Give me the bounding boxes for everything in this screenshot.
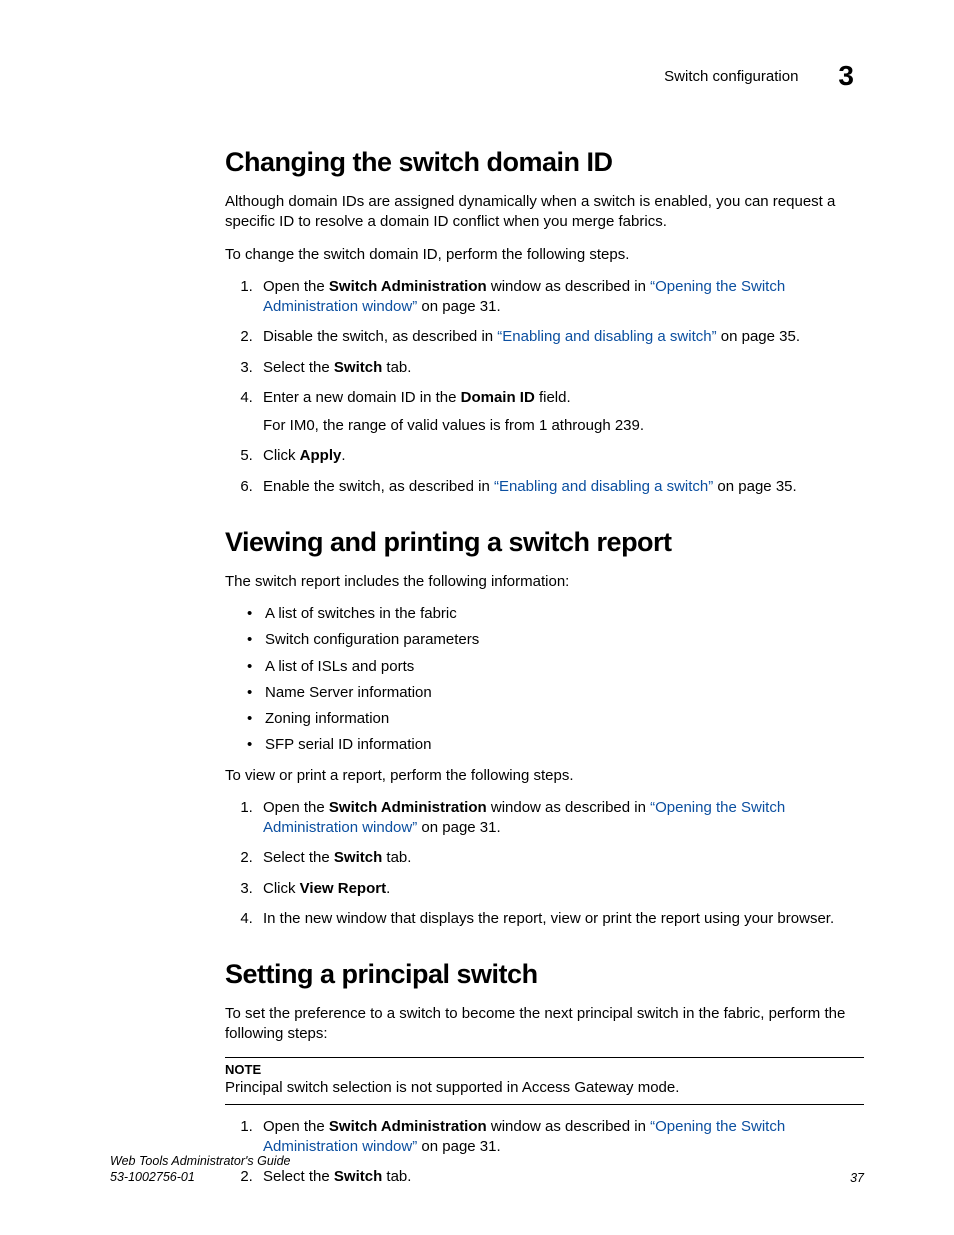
- list-item: In the new window that displays the repo…: [257, 909, 864, 929]
- xref-link[interactable]: “Enabling and disabling a switch”: [494, 478, 713, 495]
- bullet-list: A list of switches in the fabric Switch …: [225, 604, 864, 756]
- bold-text: Switch Administration: [329, 1118, 487, 1135]
- heading-changing-domain-id: Changing the switch domain ID: [225, 147, 864, 178]
- bold-text: Switch: [334, 849, 382, 866]
- bold-text: Switch Administration: [329, 278, 487, 295]
- paragraph: Although domain IDs are assigned dynamic…: [225, 192, 864, 233]
- page-header: Switch configuration 3: [110, 60, 864, 92]
- list-item: Click Apply.: [257, 446, 864, 466]
- note-title: NOTE: [225, 1062, 864, 1077]
- note-text: Principal switch selection is not suppor…: [225, 1078, 864, 1098]
- heading-viewing-printing-report: Viewing and printing a switch report: [225, 527, 864, 558]
- page-footer: Web Tools Administrator's Guide 53-10027…: [110, 1153, 864, 1186]
- list-item: A list of switches in the fabric: [265, 604, 864, 624]
- footer-page-number: 37: [850, 1171, 864, 1185]
- paragraph: To view or print a report, perform the f…: [225, 766, 864, 786]
- list-item: Click View Report.: [257, 879, 864, 899]
- bold-text: Apply: [300, 447, 342, 464]
- list-item: Open the Switch Administration window as…: [257, 277, 864, 318]
- note-block: NOTE Principal switch selection is not s…: [225, 1057, 864, 1105]
- list-item: Select the Switch tab.: [257, 358, 864, 378]
- ordered-list: Open the Switch Administration window as…: [225, 798, 864, 929]
- ordered-list: Open the Switch Administration window as…: [225, 277, 864, 497]
- xref-link[interactable]: “Enabling and disabling a switch”: [497, 328, 716, 345]
- list-item: Open the Switch Administration window as…: [257, 1117, 864, 1158]
- bold-text: Switch Administration: [329, 799, 487, 816]
- footer-guide-title: Web Tools Administrator's Guide: [110, 1153, 290, 1169]
- list-item: Open the Switch Administration window as…: [257, 798, 864, 839]
- list-item: Enter a new domain ID in the Domain ID f…: [257, 388, 864, 437]
- list-item: Disable the switch, as described in “Ena…: [257, 327, 864, 347]
- list-item: Name Server information: [265, 683, 864, 703]
- list-item: Enable the switch, as described in “Enab…: [257, 477, 864, 497]
- header-section-title: Switch configuration: [664, 68, 798, 85]
- sub-paragraph: For IM0, the range of valid values is fr…: [263, 416, 864, 436]
- list-item: A list of ISLs and ports: [265, 657, 864, 677]
- bold-text: Domain ID: [461, 389, 535, 406]
- list-item: Switch configuration parameters: [265, 630, 864, 650]
- heading-setting-principal-switch: Setting a principal switch: [225, 959, 864, 990]
- page-container: Switch configuration 3 Changing the swit…: [0, 0, 954, 1235]
- paragraph: To change the switch domain ID, perform …: [225, 245, 864, 265]
- bold-text: Switch: [334, 359, 382, 376]
- footer-doc-number: 53-1002756-01: [110, 1169, 290, 1185]
- list-item: Select the Switch tab.: [257, 848, 864, 868]
- paragraph: To set the preference to a switch to bec…: [225, 1004, 864, 1045]
- bold-text: View Report: [300, 880, 386, 897]
- list-item: Zoning information: [265, 709, 864, 729]
- header-chapter-number: 3: [838, 60, 854, 92]
- list-item: SFP serial ID information: [265, 735, 864, 755]
- footer-left: Web Tools Administrator's Guide 53-10027…: [110, 1153, 290, 1186]
- paragraph: The switch report includes the following…: [225, 572, 864, 592]
